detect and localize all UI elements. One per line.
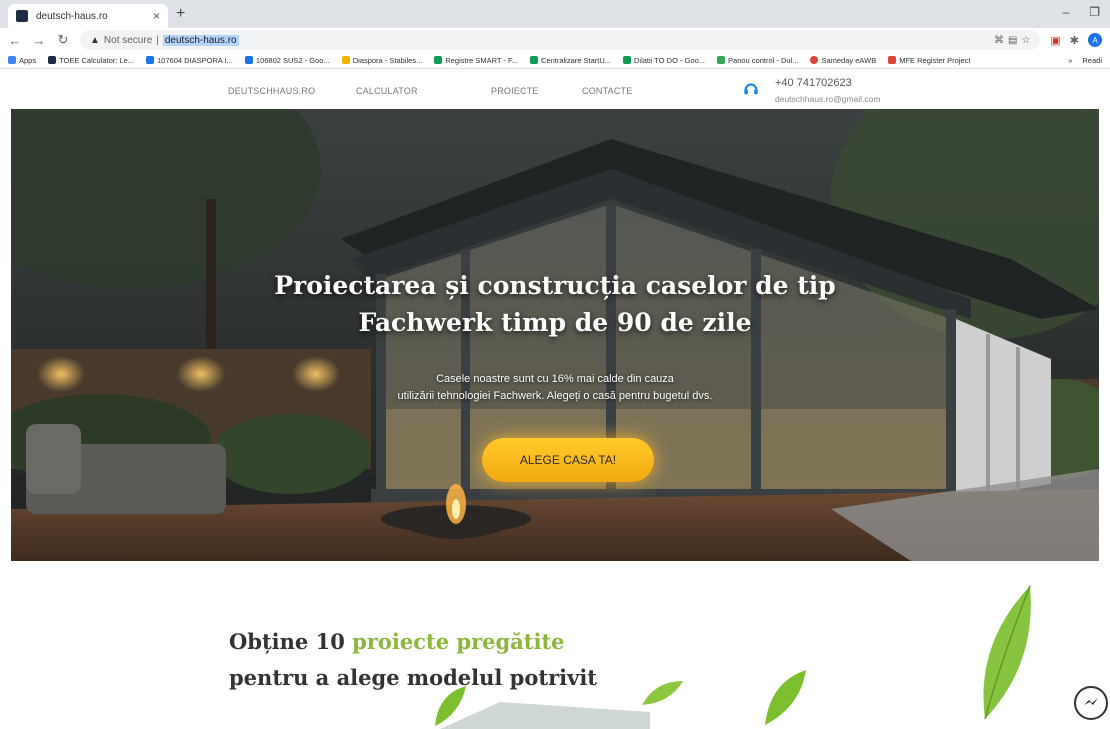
brochure-image [440, 702, 650, 729]
reader-icon[interactable]: ▤ [1008, 35, 1017, 46]
browser-toolbar: ← → ↻ ▲ Not secure | deutsch-haus.ro ⌘ ▤… [0, 28, 1110, 52]
security-label: Not secure [103, 34, 153, 46]
phone-number[interactable]: +40 741702623 [775, 77, 852, 89]
bookmark-item[interactable]: Centralizare StartU... [529, 56, 611, 65]
bookmark-item[interactable]: MFE Register Project [888, 56, 971, 65]
reading-list-button[interactable]: Readi [1082, 56, 1102, 65]
address-bar[interactable]: ▲ Not secure | deutsch-haus.ro ⌘ ▤ ☆ [80, 30, 1041, 50]
browser-tabstrip: deutsch-haus.ro × + – ❐ [0, 0, 1110, 28]
hero-title-line-2: Fachwerk timp de 90 de zile [358, 308, 752, 337]
promo-heading-line-1: Obține 10 proiecte pregătite [229, 629, 565, 654]
promo-section: Obține 10 proiecte pregătite pentru a al… [0, 562, 1110, 729]
bookmark-item[interactable]: Registre SMART - F... [434, 56, 518, 65]
email-address[interactable]: deutschhaus.ro@gmail.com [775, 94, 880, 104]
bookmark-favicon-icon [48, 56, 57, 64]
apps-grid-icon [8, 56, 16, 64]
new-tab-button[interactable]: + [176, 5, 185, 23]
browser-tab[interactable]: deutsch-haus.ro × [8, 4, 168, 28]
more-bookmarks-button[interactable]: » [1068, 56, 1072, 65]
sheets-icon [529, 56, 538, 64]
bookmark-star-icon[interactable]: ☆ [1021, 35, 1030, 46]
address-separator: | [156, 34, 159, 46]
nav-link-calculator[interactable]: CALCULATOR [356, 86, 418, 96]
reload-icon[interactable]: ↻ [56, 32, 70, 48]
bookmark-favicon-icon [810, 56, 819, 64]
messenger-chat-icon[interactable] [1074, 686, 1108, 720]
hero-subtitle-line-2: utilizării tehnologiei Fachwerk. Alegeți… [397, 390, 713, 402]
bookmark-item[interactable]: 106802 SUS2 - Goo... [244, 56, 330, 65]
bookmark-item[interactable]: Dilatii TO DO - Goo... [623, 56, 705, 65]
leaf-icon [983, 585, 1031, 720]
promo-highlight: proiecte pregătite [352, 629, 565, 654]
bookmark-item[interactable]: TOEE Calculator: Le... [48, 56, 134, 65]
hero-title: Proiectarea și construcția caselor de ti… [11, 267, 1099, 341]
hero-subtitle-line-1: Casele noastre sunt cu 16% mai calde din… [436, 373, 674, 385]
tab-title: deutsch-haus.ro [36, 10, 108, 22]
bookmark-favicon-icon [888, 56, 897, 64]
bookmarks-bar: Apps TOEE Calculator: Le... 107604 DIASP… [0, 52, 1110, 69]
bookmark-item[interactable]: Apps [8, 56, 36, 65]
hero-banner: Proiectarea și construcția caselor de ti… [11, 109, 1099, 561]
promo-heading-line-2: pentru a alege modelul potrivit [229, 665, 597, 690]
nav-link-contacts[interactable]: CONTACTE [582, 86, 632, 96]
minimize-icon[interactable]: – [1063, 5, 1070, 19]
url-text[interactable]: deutsch-haus.ro [162, 34, 239, 46]
site-header: DEUTSCHHAUS.RO CALCULATOR PROIECTE CONTA… [0, 70, 1110, 112]
drive-icon [146, 56, 155, 64]
bookmark-item[interactable]: Diaspora - Stabiles... [341, 56, 422, 65]
site-favicon-icon [16, 10, 28, 22]
extension-icon[interactable]: ▣ [1050, 34, 1060, 47]
translate-icon[interactable]: ⌘ [994, 35, 1004, 46]
extension-icons: ▣ ✱ A [1050, 33, 1102, 47]
promo-heading: Obține 10 proiecte pregătite pentru a al… [229, 624, 597, 696]
bookmarks-overflow: » Readi [1068, 56, 1102, 65]
bookmark-favicon-icon [341, 56, 350, 64]
bookmark-item[interactable]: Panou control - Dul... [717, 56, 798, 65]
choose-house-button[interactable]: ALEGE CASA TA! [482, 438, 654, 482]
close-tab-icon[interactable]: × [153, 9, 160, 23]
window-controls: – ❐ [1063, 5, 1100, 19]
hero-title-line-1: Proiectarea și construcția caselor de ti… [274, 271, 836, 300]
leaf-icon [765, 670, 806, 725]
bookmark-favicon-icon [717, 56, 726, 64]
nav-link-projects[interactable]: PROIECTE [491, 86, 539, 96]
sheets-icon [623, 56, 632, 64]
forward-arrow-icon[interactable]: → [32, 33, 46, 48]
puzzle-extensions-icon[interactable]: ✱ [1070, 34, 1079, 47]
hero-subtitle: Casele noastre sunt cu 16% mai calde din… [11, 371, 1099, 405]
profile-avatar[interactable]: A [1088, 33, 1102, 47]
restore-icon[interactable]: ❐ [1089, 5, 1100, 19]
messenger-icon [1084, 698, 1098, 705]
headset-icon [744, 83, 758, 95]
sheets-icon [434, 56, 443, 64]
bookmark-item[interactable]: 107604 DIASPORA I... [146, 56, 233, 65]
nav-link-home[interactable]: DEUTSCHHAUS.RO [228, 86, 315, 96]
warning-icon: ▲ [90, 34, 100, 46]
back-arrow-icon[interactable]: ← [8, 33, 22, 48]
bookmark-item[interactable]: Sameday eAWB [810, 56, 876, 65]
drive-icon [244, 56, 253, 64]
